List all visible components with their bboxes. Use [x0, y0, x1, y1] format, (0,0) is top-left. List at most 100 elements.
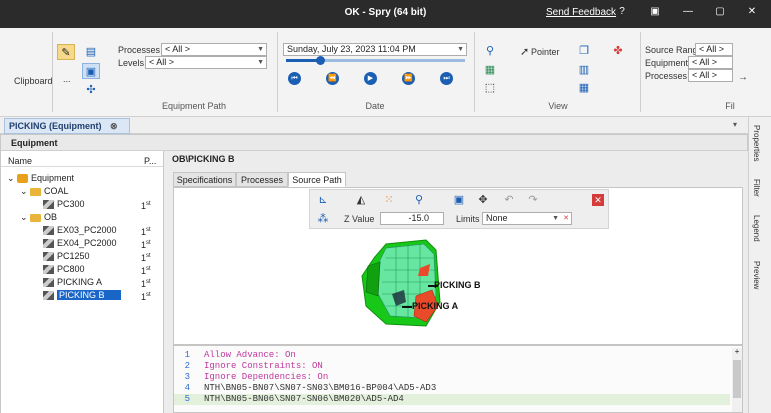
tree-item[interactable]: ⌄ OB	[3, 211, 163, 224]
ordinal-suffix: st	[146, 266, 151, 272]
pointer-button[interactable]: Pointer	[531, 47, 560, 57]
picking-a-marker	[402, 306, 412, 308]
tree-item[interactable]: ⌄ Equipment	[3, 172, 163, 185]
legend-tab[interactable]: Legend	[752, 215, 761, 242]
date-picker[interactable]: Sunday, July 23, 2023 11:04 PM ▼	[283, 43, 467, 56]
filter-tab[interactable]: Filter	[752, 179, 761, 197]
map-icon[interactable]: ▦	[481, 62, 499, 78]
ribbon-separator	[52, 32, 53, 112]
fast-forward-icon[interactable]: ⏩	[402, 72, 415, 85]
name-column-header[interactable]: Name	[8, 156, 32, 166]
ordinal-suffix: st	[146, 201, 151, 207]
expand-icon[interactable]: ⌄	[20, 185, 30, 198]
tree-item[interactable]: PC1250 1st	[3, 250, 163, 263]
maximize-button[interactable]: ▢	[713, 5, 727, 19]
folder-icon	[30, 187, 41, 196]
redo-icon[interactable]: ↷	[524, 192, 542, 208]
expand-icon[interactable]: ⌄	[20, 211, 30, 224]
properties-tab[interactable]: Properties	[752, 125, 761, 161]
clear-icon[interactable]: ✕	[563, 213, 569, 224]
excavator-icon	[43, 200, 54, 210]
p-column-header[interactable]: P...	[144, 156, 156, 166]
tab-specifications[interactable]: Specifications	[173, 172, 236, 187]
color-palette-icon[interactable]: ✤	[609, 43, 627, 59]
close-tab-icon[interactable]: ⊗	[110, 121, 118, 131]
tab-processes[interactable]: Processes	[236, 172, 288, 187]
tree-item[interactable]: EX03_PC2000 1st	[3, 224, 163, 237]
source-range-dropdown[interactable]: < All >	[695, 43, 733, 56]
doc-tab-picking[interactable]: PICKING (Equipment) ⊗	[4, 118, 130, 134]
restore-layout-icon[interactable]: ▣	[648, 5, 662, 19]
date-slider-thumb[interactable]	[316, 56, 325, 65]
pointer-icon[interactable]: ➚	[520, 45, 529, 58]
processes2-dropdown[interactable]: < All >	[688, 69, 733, 82]
processes-label: Processes	[118, 45, 161, 55]
tab-source-path[interactable]: Source Path	[288, 172, 346, 187]
tree-item[interactable]: PICKING B 1st	[3, 289, 163, 302]
code-line[interactable]: 4 NTH\BN05-BN07\SN07-SN03\BM016-BP004\AD5…	[174, 383, 730, 394]
select-box-icon[interactable]: ▣	[82, 63, 100, 79]
network-icon[interactable]: ✣	[82, 82, 100, 98]
tree-item-label: OB	[44, 212, 58, 222]
tree-item[interactable]: ⌄ COAL	[3, 185, 163, 198]
code-line[interactable]: 5 NTH\BN05-BN06\SN07-SN06\BM020\AD5-AD4	[174, 394, 730, 405]
limits-dropdown[interactable]: None ▼ ✕	[482, 212, 572, 225]
excavator-icon	[43, 252, 54, 262]
tree-item[interactable]: PC800 1st	[3, 263, 163, 276]
send-feedback-link[interactable]: Send Feedback	[546, 7, 616, 18]
play-icon[interactable]: ▶	[364, 72, 377, 85]
save-icon[interactable]: ▣	[450, 192, 468, 208]
skip-back-icon[interactable]: ⏮	[288, 72, 301, 85]
more-button[interactable]: ...	[63, 74, 71, 84]
equipment-path-group-label: Equipment Path	[161, 101, 227, 111]
expand-icon[interactable]: ⌄	[7, 172, 17, 185]
editor-scrollbar[interactable]: +	[732, 348, 742, 412]
minimize-button[interactable]: —	[681, 5, 695, 19]
layout-icon[interactable]: ▥	[575, 62, 593, 78]
source-path-editor[interactable]: 1 Allow Advance: On 2 Ignore Constraints: O…	[173, 345, 743, 413]
skip-forward-icon[interactable]: ⏭	[440, 72, 453, 85]
levels-dropdown[interactable]: < All > ▼	[145, 56, 267, 69]
z-value-input[interactable]: -15.0	[380, 212, 444, 225]
help-icon[interactable]: ?	[615, 5, 629, 19]
tree-item[interactable]: PC300 1st	[3, 198, 163, 211]
equipment-dropdown[interactable]: < All >	[688, 56, 733, 69]
binoculars-icon[interactable]: ⚲	[481, 43, 499, 59]
nodes-icon[interactable]: ⁂	[314, 211, 332, 227]
arrow-right-icon[interactable]: →	[738, 72, 748, 83]
equipment-tool-icon[interactable]: ✎	[57, 44, 75, 60]
axis-icon[interactable]: ⊾	[314, 192, 332, 208]
line-number: 4	[184, 383, 190, 393]
selection-icon[interactable]: ⬚	[481, 80, 499, 96]
code-line[interactable]: 1 Allow Advance: On	[174, 350, 730, 361]
layers-icon[interactable]: ▤	[82, 44, 100, 60]
line-number: 1	[184, 350, 190, 360]
chevron-down-icon: ▼	[457, 46, 464, 53]
camera-icon[interactable]: ◭	[352, 192, 370, 208]
tree-item[interactable]: PICKING A 1st	[3, 276, 163, 289]
ribbon-separator	[474, 32, 475, 112]
tree-item[interactable]: EX04_PC2000 1st	[3, 237, 163, 250]
close-toolbar-icon[interactable]: ✕	[592, 194, 604, 206]
scroll-thumb[interactable]	[733, 360, 741, 398]
processes-dropdown[interactable]: < All > ▼	[161, 43, 267, 56]
undo-icon[interactable]: ↶	[500, 192, 518, 208]
clipboard-label[interactable]: Clipboard	[14, 76, 53, 86]
window-icon[interactable]: ❐	[575, 43, 593, 59]
chevron-down-icon[interactable]: ▾	[733, 120, 737, 129]
excavator-icon	[43, 226, 54, 236]
code-line[interactable]: 3 Ignore Dependencies: On	[174, 372, 730, 383]
grid-icon[interactable]: ▦	[575, 80, 593, 96]
line-number: 3	[184, 372, 190, 382]
view-group-label: View	[548, 101, 568, 111]
code-line[interactable]: 2 Ignore Constraints: ON	[174, 361, 730, 372]
scroll-plus-icon[interactable]: +	[732, 348, 742, 357]
close-button[interactable]: ✕	[745, 5, 759, 19]
pan-icon[interactable]: ✥	[474, 192, 492, 208]
grid-dots-icon[interactable]: ⁙	[380, 192, 398, 208]
tree-item-label: Equipment	[31, 173, 75, 183]
preview-tab[interactable]: Preview	[752, 261, 761, 289]
rewind-icon[interactable]: ⏪	[326, 72, 339, 85]
binoculars-icon[interactable]: ⚲	[410, 192, 428, 208]
levels-label: Levels	[118, 58, 145, 68]
